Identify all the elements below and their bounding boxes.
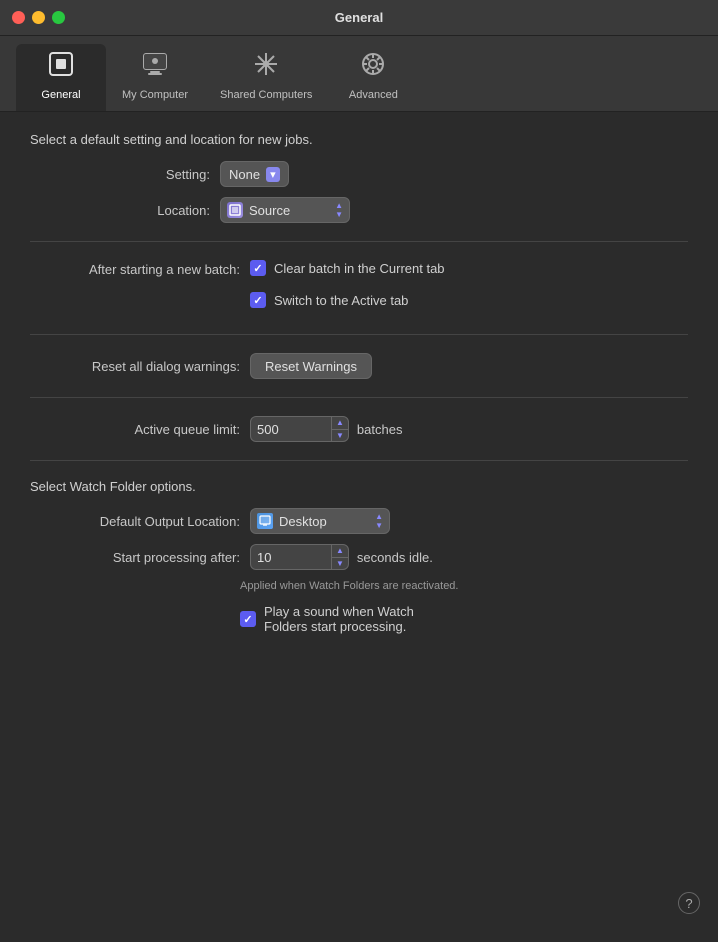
clear-batch-row: Clear batch in the Current tab: [250, 260, 445, 276]
switch-tab-row: Switch to the Active tab: [250, 292, 445, 308]
processing-stepper-up[interactable]: ▲: [332, 545, 348, 558]
clear-batch-label: Clear batch in the Current tab: [274, 261, 445, 276]
maximize-button[interactable]: [52, 11, 65, 24]
minimize-button[interactable]: [32, 11, 45, 24]
switch-tab-checkbox[interactable]: [250, 292, 266, 308]
setting-label: Setting:: [30, 167, 210, 182]
divider-1: [30, 241, 688, 242]
processing-stepper[interactable]: ▲ ▼: [331, 545, 348, 569]
divider-4: [30, 460, 688, 461]
window-controls[interactable]: [12, 11, 65, 24]
switch-tab-label: Switch to the Active tab: [274, 293, 408, 308]
shared-computers-icon: [252, 50, 280, 85]
advanced-icon: [359, 50, 387, 85]
reset-label: Reset all dialog warnings:: [30, 359, 240, 374]
queue-limit-label: Active queue limit:: [30, 422, 240, 437]
job-settings-header: Select a default setting and location fo…: [30, 132, 688, 147]
close-button[interactable]: [12, 11, 25, 24]
tab-shared-computers-label: Shared Computers: [220, 89, 312, 101]
divider-2: [30, 334, 688, 335]
output-location-value: Desktop: [279, 514, 327, 529]
sound-checkbox[interactable]: [240, 611, 256, 627]
title-bar: General: [0, 0, 718, 36]
tab-my-computer-label: My Computer: [122, 89, 188, 101]
main-content: Select a default setting and location fo…: [0, 112, 718, 928]
output-location-label: Default Output Location:: [30, 514, 240, 529]
reset-row: Reset all dialog warnings: Reset Warning…: [30, 353, 688, 379]
processing-note: Applied when Watch Folders are reactivat…: [240, 580, 688, 592]
tab-shared-computers[interactable]: Shared Computers: [204, 44, 328, 111]
queue-limit-input[interactable]: [251, 422, 331, 437]
setting-value: None: [229, 167, 260, 182]
sound-label: Play a sound when Watch Folders start pr…: [264, 604, 414, 634]
queue-limit-up[interactable]: ▲: [332, 417, 348, 430]
setting-dropdown[interactable]: None ▾: [220, 161, 289, 187]
queue-limit-row: Active queue limit: ▲ ▼ batches: [30, 416, 688, 442]
processing-after-label: Start processing after:: [30, 550, 240, 565]
processing-after-row: Start processing after: ▲ ▼ seconds idle…: [30, 544, 688, 570]
help-button[interactable]: ?: [678, 892, 700, 914]
toolbar: General My Computer Shared Computers: [0, 36, 718, 112]
watch-folder-header: Select Watch Folder options.: [30, 479, 688, 494]
location-stepper[interactable]: ▲ ▼: [335, 202, 343, 219]
divider-3: [30, 397, 688, 398]
window-title: General: [335, 10, 383, 25]
batch-options-row: After starting a new batch: Clear batch …: [30, 260, 688, 316]
output-location-row: Default Output Location: Desktop ▲ ▼: [30, 508, 688, 534]
processing-stepper-down[interactable]: ▼: [332, 558, 348, 570]
help-icon: ?: [685, 896, 692, 911]
batch-checkboxes: Clear batch in the Current tab Switch to…: [250, 260, 445, 316]
processing-note-wrap: Applied when Watch Folders are reactivat…: [240, 580, 688, 592]
queue-limit-stepper[interactable]: ▲ ▼: [331, 417, 348, 441]
location-dropdown[interactable]: Source ▲ ▼: [220, 197, 350, 223]
processing-after-input[interactable]: [251, 550, 331, 565]
location-label: Location:: [30, 203, 210, 218]
tab-general-label: General: [41, 89, 80, 101]
tab-general[interactable]: General: [16, 44, 106, 111]
setting-dropdown-arrow[interactable]: ▾: [266, 167, 280, 182]
batches-unit: batches: [357, 422, 403, 437]
sound-checkbox-row: Play a sound when Watch Folders start pr…: [240, 604, 688, 634]
clear-batch-checkbox[interactable]: [250, 260, 266, 276]
queue-limit-down[interactable]: ▼: [332, 430, 348, 442]
my-computer-icon: [141, 50, 169, 85]
queue-limit-input-wrap: ▲ ▼: [250, 416, 349, 442]
location-row: Location: Source ▲ ▼: [30, 197, 688, 223]
tab-advanced-label: Advanced: [349, 89, 398, 101]
processing-unit: seconds idle.: [357, 550, 433, 565]
output-location-stepper[interactable]: ▲ ▼: [375, 513, 383, 530]
location-icon: [227, 202, 243, 218]
tab-my-computer[interactable]: My Computer: [106, 44, 204, 111]
processing-after-input-wrap: ▲ ▼: [250, 544, 349, 570]
setting-row: Setting: None ▾: [30, 161, 688, 187]
sound-row: Play a sound when Watch Folders start pr…: [240, 604, 688, 634]
general-icon: [47, 50, 75, 85]
output-location-dropdown[interactable]: Desktop ▲ ▼: [250, 508, 390, 534]
reset-warnings-button[interactable]: Reset Warnings: [250, 353, 372, 379]
desktop-icon: [257, 513, 273, 529]
tab-advanced[interactable]: Advanced: [328, 44, 418, 111]
location-value: Source: [249, 203, 290, 218]
batch-options-label: After starting a new batch:: [30, 260, 240, 277]
